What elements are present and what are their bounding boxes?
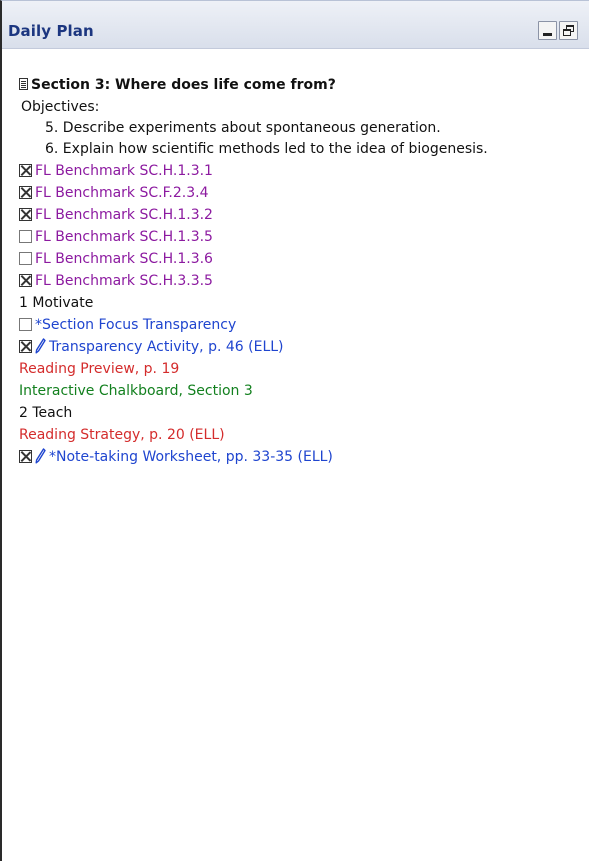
resource-label[interactable]: *Note-taking Worksheet, pp. 33-35 (ELL) <box>49 449 333 465</box>
motivate-heading: 1 Motivate <box>19 295 94 311</box>
benchmark-item[interactable]: FL Benchmark SC.H.1.3.2 <box>19 204 213 226</box>
section-heading[interactable]: Section 3: Where does life come from? <box>19 74 336 96</box>
reading-preview[interactable]: Reading Preview, p. 19 <box>19 358 179 380</box>
daily-plan-panel: Daily Plan Section 3: Where does life co… <box>0 0 589 861</box>
checkbox-checked[interactable] <box>19 164 32 177</box>
benchmark-item[interactable]: FL Benchmark SC.H.3.3.5 <box>19 270 213 292</box>
checkbox-checked[interactable] <box>19 186 32 199</box>
objectives-label: Objectives: <box>21 99 100 115</box>
checkbox-checked[interactable] <box>19 450 32 463</box>
benchmark-item[interactable]: FL Benchmark SC.F.2.3.4 <box>19 182 208 204</box>
benchmark-label[interactable]: FL Benchmark SC.H.1.3.1 <box>35 163 213 179</box>
checkbox-unchecked[interactable] <box>19 252 32 265</box>
section-title: Section 3: Where does life come from? <box>31 77 336 93</box>
interactive-chalkboard[interactable]: Interactive Chalkboard, Section 3 <box>19 380 253 402</box>
resource-item[interactable]: *Note-taking Worksheet, pp. 33-35 (ELL) <box>19 446 333 468</box>
benchmark-item[interactable]: FL Benchmark SC.H.1.3.1 <box>19 160 213 182</box>
checkbox-unchecked[interactable] <box>19 230 32 243</box>
pencil-icon <box>35 448 46 464</box>
checkbox-checked[interactable] <box>19 274 32 287</box>
checkbox-checked[interactable] <box>19 208 32 221</box>
resource-item[interactable]: *Section Focus Transparency <box>19 314 236 336</box>
checkbox-checked[interactable] <box>19 340 32 353</box>
objective-item: 5. Describe experiments about spontaneou… <box>45 120 441 136</box>
benchmark-label[interactable]: FL Benchmark SC.H.1.3.6 <box>35 251 213 267</box>
restore-icon-back <box>563 29 571 36</box>
restore-button[interactable] <box>559 21 578 40</box>
benchmark-label[interactable]: FL Benchmark SC.H.1.3.2 <box>35 207 213 223</box>
title-bar: Daily Plan <box>2 1 589 49</box>
minimize-icon <box>543 33 552 36</box>
resource-item[interactable]: Transparency Activity, p. 46 (ELL) <box>19 336 284 358</box>
reading-strategy[interactable]: Reading Strategy, p. 20 (ELL) <box>19 424 225 446</box>
pencil-icon <box>35 338 46 354</box>
panel-title: Daily Plan <box>8 22 94 40</box>
minimize-button[interactable] <box>538 21 557 40</box>
resource-label[interactable]: *Section Focus Transparency <box>35 317 236 333</box>
benchmark-item[interactable]: FL Benchmark SC.H.1.3.6 <box>19 248 213 270</box>
benchmark-item[interactable]: FL Benchmark SC.H.1.3.5 <box>19 226 213 248</box>
document-icon <box>19 78 28 90</box>
benchmark-label[interactable]: FL Benchmark SC.H.3.3.5 <box>35 273 213 289</box>
teach-heading: 2 Teach <box>19 405 73 421</box>
resource-label[interactable]: Transparency Activity, p. 46 (ELL) <box>49 339 284 355</box>
benchmark-label[interactable]: FL Benchmark SC.F.2.3.4 <box>35 185 208 201</box>
objective-item: 6. Explain how scientific methods led to… <box>45 141 488 157</box>
benchmark-label[interactable]: FL Benchmark SC.H.1.3.5 <box>35 229 213 245</box>
checkbox-unchecked[interactable] <box>19 318 32 331</box>
